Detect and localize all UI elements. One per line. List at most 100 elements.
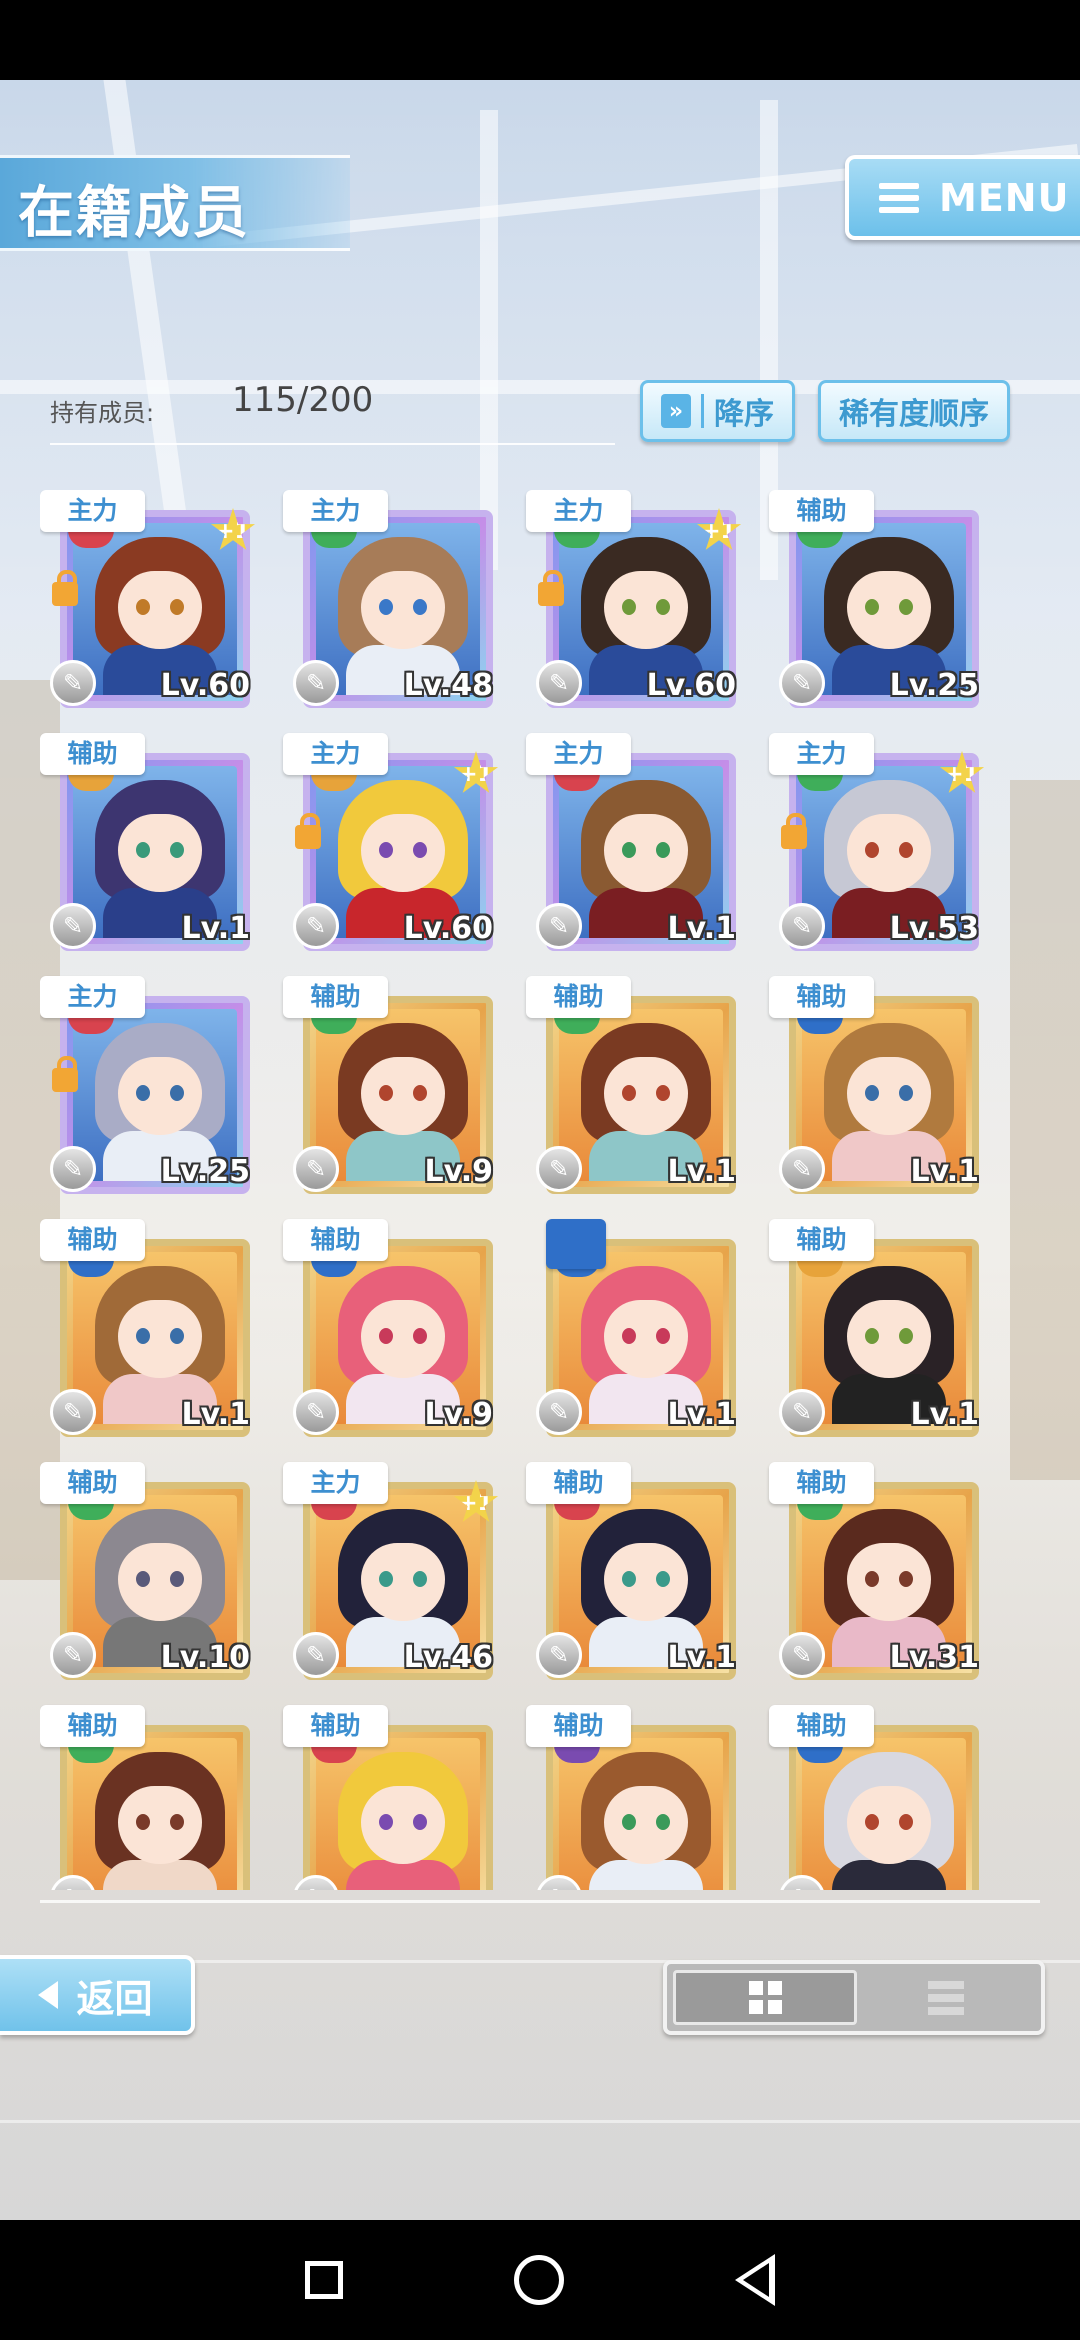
role-tag: 辅助: [283, 976, 388, 1018]
member-card[interactable]: 辅助 ✎ Lv.9: [283, 1219, 493, 1437]
member-card[interactable]: ✎ Lv.1: [526, 1219, 736, 1437]
sort-rarity-label: 稀有度顺序: [839, 397, 989, 432]
weapon-type-icon: ✎: [293, 660, 339, 706]
character-eye: [170, 842, 184, 858]
character-eye: [413, 842, 427, 858]
character-eye: [413, 1328, 427, 1344]
character-eye: [899, 599, 913, 615]
weapon-type-icon: ✎: [50, 1389, 96, 1435]
member-card[interactable]: 辅助 ✎ Lv.1: [769, 1219, 979, 1437]
role-tag: 辅助: [526, 976, 631, 1018]
role-tag: 主力: [283, 490, 388, 532]
weapon-type-icon: ✎: [293, 1146, 339, 1192]
member-card[interactable]: 辅助 ✎ Lv.10: [40, 1462, 250, 1680]
character-eye: [379, 1571, 393, 1587]
role-tag: 辅助: [769, 1462, 874, 1504]
member-card[interactable]: 辅助 ✎ Lv.9: [283, 976, 493, 1194]
member-card[interactable]: 辅助✎: [526, 1705, 736, 1890]
back-button[interactable]: 返回: [0, 1955, 195, 2035]
sort-separator: [701, 394, 704, 428]
character-outfit: [103, 1860, 217, 1890]
weapon-type-icon: ✎: [536, 1632, 582, 1678]
role-tag: 辅助: [526, 1462, 631, 1504]
card-level: Lv.1: [667, 1397, 737, 1432]
member-card[interactable]: 辅助✎: [283, 1705, 493, 1890]
floor-line: [0, 2120, 1080, 2123]
role-tag: 辅助: [40, 1219, 145, 1261]
card-level: Lv.1: [910, 1154, 980, 1189]
character-eye: [899, 1571, 913, 1587]
home-icon[interactable]: [513, 2255, 564, 2305]
role-tag: 主力: [283, 733, 388, 775]
role-tag: 辅助: [526, 1705, 631, 1747]
member-card[interactable]: 辅助✎: [40, 1705, 250, 1890]
list-view-button[interactable]: [857, 1970, 1035, 2025]
character-eye: [622, 1814, 636, 1830]
role-tag: 主力: [283, 1462, 388, 1504]
weapon-type-icon: ✎: [779, 1632, 825, 1678]
menu-label: MENU: [939, 175, 1070, 220]
role-tag: 主力: [526, 733, 631, 775]
character-eye: [622, 1085, 636, 1101]
member-card[interactable]: 主力 ✎ Lv.1: [526, 733, 736, 951]
member-card[interactable]: 辅助 ✎ Lv.1: [40, 1219, 250, 1437]
character-eye: [170, 1085, 184, 1101]
member-card-grid: 主力 +1 ✎ Lv.60 主力 ✎ Lv.48 主力 +1 ✎ Lv.60 辅助 ✎ Lv.25 辅助 ✎ L…: [40, 490, 1040, 1890]
weapon-type-icon: ✎: [779, 903, 825, 949]
member-card[interactable]: 主力 +1 ✎ Lv.60: [526, 490, 742, 708]
card-level: Lv.1: [667, 1154, 737, 1189]
grid-view-button[interactable]: [673, 1970, 857, 2025]
member-card[interactable]: 主力 +1 ✎ Lv.46: [283, 1462, 499, 1680]
character-eye: [899, 842, 913, 858]
card-level: Lv.1: [181, 911, 251, 946]
weapon-type-icon: ✎: [293, 903, 339, 949]
menu-button[interactable]: MENU: [845, 155, 1080, 240]
character-eye: [170, 1328, 184, 1344]
role-tag: 辅助: [769, 490, 874, 532]
double-chevron-down-icon: »: [661, 394, 691, 428]
character-eye: [656, 1814, 670, 1830]
member-card[interactable]: 主力 +1 ✎ Lv.53: [769, 733, 985, 951]
member-card[interactable]: 辅助✎: [769, 1705, 979, 1890]
role-tag: 辅助: [40, 1462, 145, 1504]
character-eye: [170, 599, 184, 615]
member-underline: [50, 443, 615, 445]
sort-rarity-button[interactable]: 稀有度顺序: [818, 380, 1010, 442]
member-count-value: 115/200: [232, 380, 374, 420]
character-eye: [170, 1571, 184, 1587]
character-eye: [656, 1085, 670, 1101]
character-eye: [136, 1571, 150, 1587]
card-level: Lv.1: [667, 1640, 737, 1675]
character-outfit: [832, 1860, 946, 1890]
member-card[interactable]: 辅助 ✎ Lv.25: [769, 490, 979, 708]
member-card[interactable]: 辅助 ✎ Lv.1: [769, 976, 979, 1194]
card-level: Lv.1: [181, 1397, 251, 1432]
role-tag: 辅助: [769, 976, 874, 1018]
member-card[interactable]: 辅助 ✎ Lv.31: [769, 1462, 979, 1680]
character-eye: [656, 1328, 670, 1344]
card-level: Lv.9: [424, 1397, 494, 1432]
role-tag: 主力: [40, 976, 145, 1018]
role-tag: 主力: [526, 490, 631, 532]
member-card[interactable]: 辅助 ✎ Lv.1: [526, 976, 736, 1194]
role-tag: 辅助: [40, 1705, 145, 1747]
character-eye: [622, 842, 636, 858]
character-eye: [379, 842, 393, 858]
recent-apps-icon[interactable]: [305, 2261, 344, 2299]
member-card[interactable]: 主力 ✎ Lv.25: [40, 976, 250, 1194]
member-card[interactable]: 辅助 ✎ Lv.1: [526, 1462, 736, 1680]
attribute-badge-icon: [546, 1219, 606, 1269]
member-card[interactable]: 辅助 ✎ Lv.1: [40, 733, 250, 951]
grid-divider: [40, 1900, 1040, 1903]
member-card[interactable]: 主力 ✎ Lv.48: [283, 490, 493, 708]
member-card[interactable]: 主力 +1 ✎ Lv.60: [283, 733, 499, 951]
weapon-type-icon: ✎: [50, 660, 96, 706]
member-count-label: 持有成员:: [50, 399, 155, 427]
weapon-type-icon: ✎: [50, 1632, 96, 1678]
character-eye: [379, 599, 393, 615]
lock-icon: [538, 570, 564, 606]
sort-order-button[interactable]: » 降序: [640, 380, 795, 442]
nav-back-icon[interactable]: [734, 2254, 775, 2306]
character-eye: [622, 1328, 636, 1344]
member-card[interactable]: 主力 +1 ✎ Lv.60: [40, 490, 256, 708]
